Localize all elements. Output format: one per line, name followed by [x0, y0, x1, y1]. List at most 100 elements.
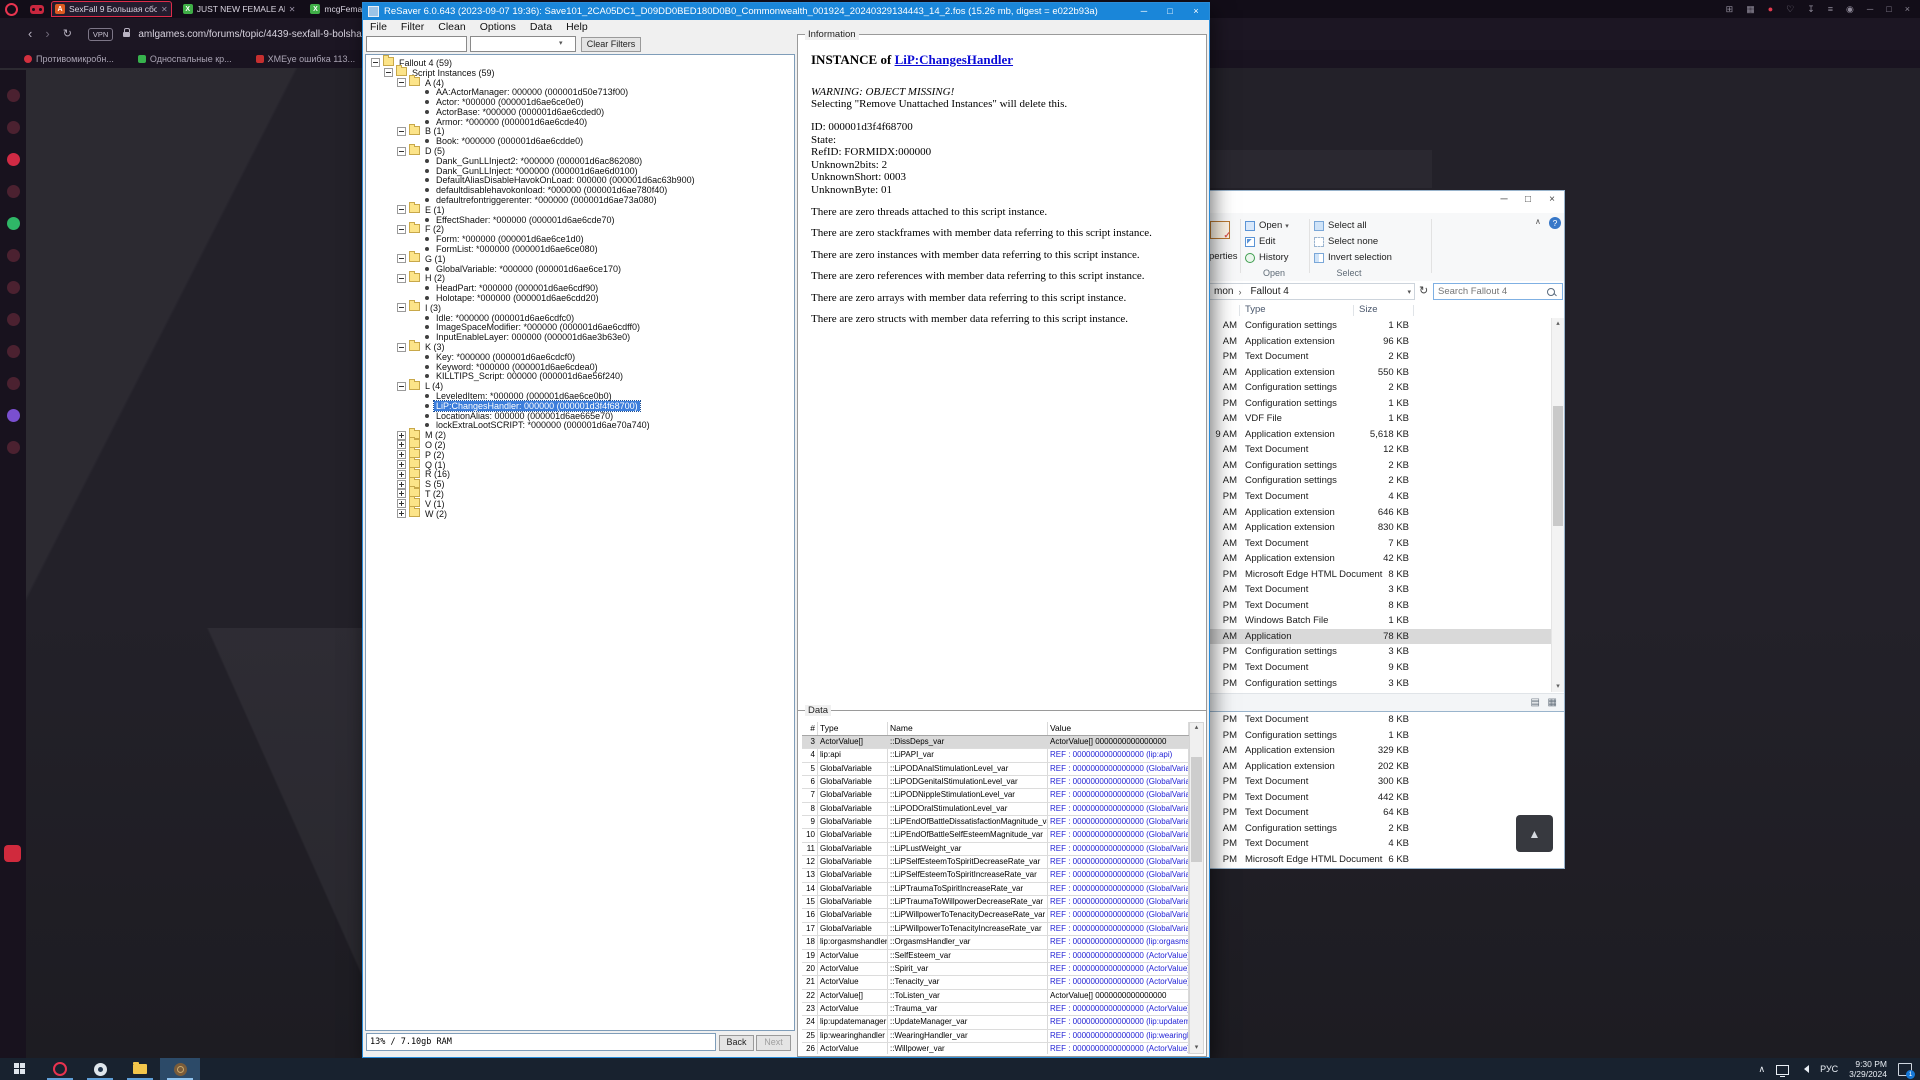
file-row[interactable]: PM Text Document 4 KB	[1207, 836, 1564, 852]
tree-row[interactable]: AA:ActorManager: 000000 (000001d50e713f0…	[366, 87, 794, 97]
history-button[interactable]: History	[1245, 252, 1289, 263]
tree-row[interactable]: M (2)	[366, 430, 794, 440]
properties-icon[interactable]	[1210, 221, 1233, 239]
cell-value[interactable]: REF : 0000000000000000 (lip:updatemanage…	[1048, 1016, 1189, 1028]
forward-icon[interactable]: ›	[45, 18, 49, 50]
bookmark-item[interactable]: Односпальные кр...	[138, 54, 232, 64]
tree-node-label[interactable]: Actor: *000000 (000001d6ae6ce0e0)	[434, 97, 586, 107]
tree-row[interactable]: LocationAlias: 000000 (000001d6ae665e70)	[366, 411, 794, 421]
table-row[interactable]: 14 GlobalVariable ::LiPTraumaToSpiritInc…	[802, 883, 1189, 896]
cell-value[interactable]: REF : 0000000000000000 (GlobalVariable)	[1048, 909, 1189, 921]
table-row[interactable]: 4 lip:api ::LiPAPI_var REF : 00000000000…	[802, 749, 1189, 762]
tree-node-label[interactable]: InputEnableLayer: 000000 (000001d6ae3b63…	[434, 332, 632, 342]
sidebar-app-icon[interactable]	[7, 281, 20, 294]
tree-row[interactable]: LiP:ChangesHandler: 000000 (000001d3f4f6…	[366, 401, 794, 411]
tree-row[interactable]: Form: *000000 (000001d6ae6ce1d0)	[366, 234, 794, 244]
table-row[interactable]: 26 ActorValue ::Willpower_var REF : 0000…	[802, 1043, 1189, 1054]
minimize-button[interactable]: ─	[1492, 191, 1516, 211]
tree-row[interactable]: F (2)	[366, 225, 794, 235]
tree-expander-icon[interactable]	[397, 127, 406, 136]
tray-expand-icon[interactable]: ∧	[1759, 1064, 1766, 1075]
file-row[interactable]: PM Configuration settings 1 KB	[1207, 728, 1564, 744]
tree-row[interactable]: EffectShader: *000000 (000001d6ae6cde70)	[366, 215, 794, 225]
help-icon[interactable]: ?	[1549, 217, 1561, 229]
tree-expander-icon[interactable]	[397, 382, 406, 391]
tree-node-label[interactable]: W (2)	[423, 509, 449, 519]
opera-menu-icon[interactable]	[5, 3, 18, 16]
tree-expander-icon[interactable]	[397, 254, 406, 263]
browser-toolbar-icon[interactable]: ⊞	[1726, 0, 1734, 18]
vpn-badge[interactable]: VPN	[88, 28, 113, 41]
sidebar-app-icon[interactable]	[7, 121, 20, 134]
tree-node-label[interactable]: Keyword: *000000 (000001d6ae6cdea0)	[434, 362, 600, 372]
table-scrollbar[interactable]: ▴▾	[1189, 722, 1204, 1054]
tree-row[interactable]: Holotape: *000000 (000001d6ae6cdd20)	[366, 293, 794, 303]
back-icon[interactable]: ‹	[28, 18, 32, 50]
tree-row[interactable]: W (2)	[366, 509, 794, 519]
tree-row[interactable]: Armor: *000000 (000001d6ae6cde40)	[366, 117, 794, 127]
tree-expander-icon[interactable]	[397, 499, 406, 508]
file-row[interactable]: AM Configuration settings 1 KB	[1207, 318, 1553, 334]
cell-value[interactable]: REF : 0000000000000000 (GlobalVariable)	[1048, 856, 1189, 868]
menu-item[interactable]: Help	[559, 20, 595, 35]
tree-row[interactable]: defaultdisablehavokonload: *000000 (0000…	[366, 185, 794, 195]
tree-node-label[interactable]: LocationAlias: 000000 (000001d6ae665e70)	[434, 411, 615, 421]
column-header-name[interactable]: Name	[888, 722, 1048, 735]
cell-value[interactable]: REF : 0000000000000000 (ActorValue)	[1048, 1003, 1189, 1015]
instance-link[interactable]: LiP:ChangesHandler	[895, 52, 1013, 67]
table-row[interactable]: 3 ActorValue[] ::DissDeps_var ActorValue…	[802, 736, 1189, 749]
tree-expander-icon[interactable]	[397, 470, 406, 479]
bookmark-item[interactable]: XMEye ошибка 113...	[256, 54, 355, 64]
tree-expander-icon[interactable]	[397, 480, 406, 489]
table-row[interactable]: 25 lip:wearinghandler ::WearingHandler_v…	[802, 1030, 1189, 1043]
tree-row[interactable]: K (3)	[366, 342, 794, 352]
notification-icon[interactable]: 1	[1898, 1063, 1912, 1076]
browser-toolbar-icon[interactable]: ♡	[1786, 0, 1794, 18]
table-row[interactable]: 21 ActorValue ::Tenacity_var REF : 00000…	[802, 976, 1189, 989]
tree-row[interactable]: ActorBase: *000000 (000001d6ae6cded0)	[366, 107, 794, 117]
menu-item[interactable]: Data	[523, 20, 559, 35]
tree-node-label[interactable]: A (4)	[423, 78, 446, 88]
filter-text-input[interactable]	[366, 36, 467, 52]
tree-row[interactable]: A (4)	[366, 78, 794, 88]
browser-toolbar-icon[interactable]: ↧	[1807, 0, 1815, 18]
bookmark-item[interactable]: Противомикробн...	[24, 54, 114, 64]
cell-value[interactable]: REF : 0000000000000000 (ActorValue)	[1048, 1043, 1189, 1054]
tree-row[interactable]: ImageSpaceModifier: *000000 (000001d6ae6…	[366, 323, 794, 333]
file-list-scrollbar[interactable]: ▴▾	[1551, 318, 1564, 692]
tree-node-label[interactable]: DefaultAliasDisableHavokOnLoad: 000000 (…	[434, 175, 697, 185]
tree-node-label[interactable]: lockExtraLootSCRIPT: *000000 (000001d6ae…	[434, 420, 652, 430]
table-row[interactable]: 5 GlobalVariable ::LiPODAnalStimulationL…	[802, 763, 1189, 776]
tree-node-label[interactable]: O (2)	[423, 440, 448, 450]
browser-toolbar-icon[interactable]: ▦	[1746, 0, 1755, 18]
tree-row[interactable]: D (5)	[366, 146, 794, 156]
cell-value[interactable]: REF : 0000000000000000 (GlobalVariable)	[1048, 803, 1189, 815]
tree-row[interactable]: O (2)	[366, 440, 794, 450]
tree-node-label[interactable]: Q (1)	[423, 460, 448, 470]
file-row[interactable]: AM Application extension 42 KB	[1207, 551, 1553, 567]
browser-tab[interactable]: X JUST NEW FEMALE ANIMA ✕	[179, 1, 300, 17]
column-header-num[interactable]: #	[802, 722, 818, 735]
cell-value[interactable]: REF : 0000000000000000 (ActorValue)	[1048, 963, 1189, 975]
tree-row[interactable]: HeadPart: *000000 (000001d6ae6cdf90)	[366, 283, 794, 293]
tree-row[interactable]: KILLTIPS_Script: 000000 (000001d6ae56f24…	[366, 372, 794, 382]
tree-expander-icon[interactable]	[397, 489, 406, 498]
taskbar-steam-button[interactable]	[80, 1058, 120, 1080]
sidebar-app-icon[interactable]	[7, 249, 20, 262]
tree-node-label[interactable]: F (2)	[423, 224, 446, 234]
table-row[interactable]: 22 ActorValue[] ::ToListen_var ActorValu…	[802, 990, 1189, 1003]
sidebar-bottom-icon[interactable]	[4, 845, 21, 862]
cell-value[interactable]: REF : 0000000000000000 (GlobalVariable)	[1048, 883, 1189, 895]
tree-expander-icon[interactable]	[397, 450, 406, 459]
view-thumbnails-icon[interactable]: ▦	[1548, 697, 1557, 709]
menu-item[interactable]: Clean	[431, 20, 472, 35]
cell-value[interactable]: REF : 0000000000000000 (GlobalVariable)	[1048, 923, 1189, 935]
file-row[interactable]: PM Text Document 64 KB	[1207, 805, 1564, 821]
scrollbar-thumb[interactable]	[1191, 757, 1202, 862]
file-row[interactable]: PM Configuration settings 3 KB	[1207, 676, 1553, 692]
view-details-icon[interactable]: ▤	[1531, 697, 1540, 709]
file-row[interactable]: PM Configuration settings 3 KB	[1207, 644, 1553, 660]
file-row[interactable]: AM Application extension 329 KB	[1207, 743, 1564, 759]
browser-toolbar-icon[interactable]: ×	[1905, 0, 1910, 18]
breadcrumb-folder[interactable]: Fallout 4	[1250, 286, 1288, 297]
